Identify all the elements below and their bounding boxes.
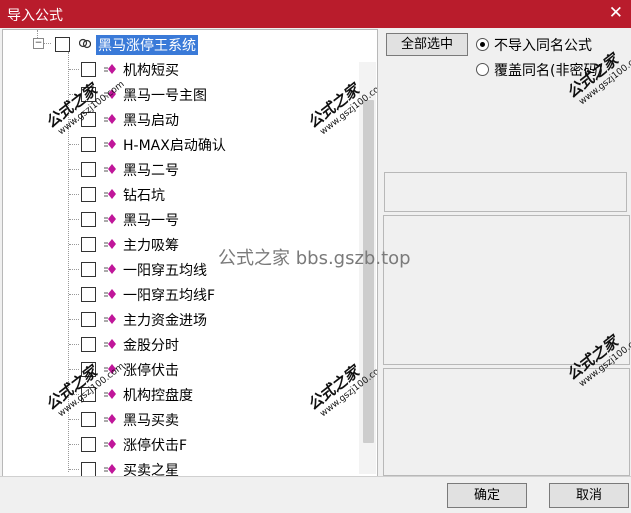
- tree-item-label[interactable]: 涨停伏击F: [123, 435, 187, 455]
- watermark-text: 公式之家 bbs.gszb.top: [218, 248, 411, 269]
- skip-duplicate-radio[interactable]: [476, 38, 489, 51]
- tree-item-label[interactable]: 钻石坑: [123, 185, 165, 205]
- formula-icon: [104, 164, 116, 174]
- formula-icon: [104, 339, 116, 349]
- tree-connector: [69, 194, 79, 195]
- tree-item[interactable]: 机构短买: [3, 59, 353, 81]
- tree-item-label[interactable]: 主力吸筹: [123, 235, 179, 255]
- tree-root[interactable]: 黑马涨停王系统: [3, 34, 353, 56]
- tree-item[interactable]: 黑马一号主图: [3, 84, 353, 106]
- title-bar: 导入公式 ✕: [0, 0, 631, 28]
- tree-connector: [69, 219, 79, 220]
- tree-root-label[interactable]: 黑马涨停王系统: [96, 35, 198, 55]
- tree-item-checkbox[interactable]: [81, 262, 96, 277]
- formula-icon: [104, 189, 116, 199]
- window-title: 导入公式: [7, 8, 63, 24]
- tree-connector: [69, 269, 79, 270]
- tree-item[interactable]: 主力资金进场: [3, 309, 353, 331]
- tree-item-checkbox[interactable]: [81, 237, 96, 252]
- cancel-button[interactable]: 取消: [549, 483, 629, 508]
- formula-icon: [104, 464, 116, 474]
- tree-connector: [69, 69, 79, 70]
- tree-item-checkbox[interactable]: [81, 187, 96, 202]
- formula-icon: [104, 439, 116, 449]
- formula-icon: [104, 214, 116, 224]
- tree-item-label[interactable]: 一阳穿五均线: [123, 260, 207, 280]
- tree-item-checkbox[interactable]: [81, 287, 96, 302]
- tree-item-label[interactable]: 黑马买卖: [123, 410, 179, 430]
- tree-item-label[interactable]: 金股分时: [123, 335, 179, 355]
- tree-item-label[interactable]: 黑马一号: [123, 210, 179, 230]
- tree-item-label[interactable]: 机构短买: [123, 60, 179, 80]
- tree-connector: [69, 319, 79, 320]
- formula-icon: [104, 314, 116, 324]
- tree-item-checkbox[interactable]: [81, 312, 96, 327]
- tree-item-label[interactable]: 黑马二号: [123, 160, 179, 180]
- tree-item-checkbox[interactable]: [81, 212, 96, 227]
- tree-item[interactable]: 金股分时: [3, 334, 353, 356]
- tree-item[interactable]: 涨停伏击: [3, 359, 353, 381]
- tree-item-label[interactable]: 一阳穿五均线F: [123, 285, 215, 305]
- tree-item-checkbox[interactable]: [81, 462, 96, 476]
- formula-icon: [104, 264, 116, 274]
- tree-item[interactable]: 黑马一号: [3, 209, 353, 231]
- tree-item-checkbox[interactable]: [81, 162, 96, 177]
- tree-item-checkbox[interactable]: [81, 337, 96, 352]
- tree-item[interactable]: 涨停伏击F: [3, 434, 353, 456]
- tree-item[interactable]: 黑马二号: [3, 159, 353, 181]
- overwrite-duplicate-radio[interactable]: [476, 63, 489, 76]
- tree-connector: [69, 344, 79, 345]
- close-icon[interactable]: ✕: [609, 3, 623, 23]
- formula-name-box: [384, 172, 627, 212]
- tree-connector: [69, 169, 79, 170]
- select-all-button[interactable]: 全部选中: [386, 33, 468, 56]
- tree-item[interactable]: H-MAX启动确认: [3, 134, 353, 156]
- tree-item-label[interactable]: 主力资金进场: [123, 310, 207, 330]
- root-checkbox[interactable]: [55, 37, 70, 52]
- tree-item-label[interactable]: H-MAX启动确认: [123, 135, 226, 155]
- tree-item[interactable]: 钻石坑: [3, 184, 353, 206]
- formula-group-icon: [79, 38, 91, 49]
- skip-duplicate-label[interactable]: 不导入同名公式: [494, 35, 592, 55]
- footer-divider: [0, 476, 631, 477]
- tree-item[interactable]: 买卖之星: [3, 459, 353, 476]
- ok-button[interactable]: 确定: [447, 483, 527, 508]
- tree-connector: [69, 294, 79, 295]
- tree-connector: [69, 469, 79, 470]
- formula-icon: [104, 239, 116, 249]
- tree-item[interactable]: 一阳穿五均线F: [3, 284, 353, 306]
- tree-item-label[interactable]: 买卖之星: [123, 460, 179, 476]
- tree-item-label[interactable]: 黑马一号主图: [123, 85, 207, 105]
- formula-icon: [104, 289, 116, 299]
- tree-item-label[interactable]: 涨停伏击: [123, 360, 179, 380]
- tree-connector: [69, 244, 79, 245]
